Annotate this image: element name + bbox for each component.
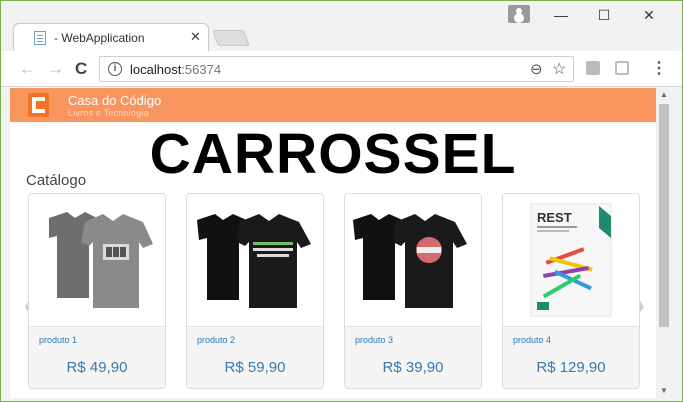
scroll-down-icon[interactable]: ▼ — [660, 386, 668, 395]
product-price: R$ 49,90 — [66, 359, 128, 376]
close-window-button[interactable]: ✕ — [629, 7, 669, 24]
profile-icon[interactable] — [508, 5, 530, 23]
extension-icon-2[interactable] — [615, 61, 629, 75]
catalog-heading: Catálogo — [26, 172, 87, 189]
new-tab-button[interactable] — [212, 30, 250, 46]
close-tab-icon[interactable]: ✕ — [190, 29, 201, 45]
reload-button[interactable]: C — [75, 59, 87, 79]
zoom-icon[interactable]: ⊖ — [530, 60, 543, 78]
product-card[interactable]: produto 1 R$ 49,90 — [28, 193, 166, 389]
product-price: R$ 59,90 — [224, 359, 286, 376]
forward-button[interactable]: → — [47, 59, 64, 79]
product-price: R$ 129,90 — [536, 359, 606, 376]
product-card[interactable]: produto 2 R$ 59,90 — [186, 193, 324, 389]
bookmark-star-icon[interactable]: ☆ — [552, 59, 566, 79]
product-card[interactable]: produto 3 R$ 39,90 — [344, 193, 482, 389]
tab-title: - WebApplication — [54, 31, 145, 45]
product-price: R$ 39,90 — [382, 359, 444, 376]
overlay-title: CARROSSEL — [149, 122, 517, 186]
back-button[interactable]: ← — [19, 59, 36, 79]
product-name[interactable]: produto 2 — [197, 335, 235, 345]
browser-tab[interactable]: - WebApplication ✕ — [13, 23, 209, 51]
product-footer: produto 3 R$ 39,90 — [345, 326, 481, 388]
product-image-grey-tshirt[interactable] — [29, 194, 165, 326]
product-name[interactable]: produto 1 — [39, 335, 77, 345]
url-port: :56374 — [181, 62, 222, 77]
scroll-up-icon[interactable]: ▲ — [660, 90, 668, 99]
product-footer: produto 1 R$ 49,90 — [29, 326, 165, 388]
info-icon[interactable]: i — [108, 62, 122, 76]
page-icon — [34, 31, 46, 45]
book-title: REST — [537, 210, 572, 225]
page-viewport: Casa do Código Livros e Tecnologia CARRO… — [10, 88, 656, 398]
menu-icon[interactable]: ⋮ — [651, 58, 667, 78]
site-header: Casa do Código Livros e Tecnologia — [10, 88, 656, 122]
product-footer: produto 4 R$ 129,90 — [503, 326, 639, 388]
minimize-button[interactable]: — — [541, 7, 581, 23]
product-name[interactable]: produto 4 — [513, 335, 551, 345]
url-text: localhost:56374 — [130, 62, 221, 77]
product-card[interactable]: REST produto 4 R$ 129,90 — [502, 193, 640, 389]
url-host: localhost — [130, 62, 182, 77]
brand-logo[interactable] — [28, 93, 49, 117]
product-footer: produto 2 R$ 59,90 — [187, 326, 323, 388]
maximize-button[interactable]: ☐ — [584, 7, 624, 24]
address-bar[interactable]: i localhost:56374 ⊖ ☆ — [99, 56, 574, 82]
product-name[interactable]: produto 3 — [355, 335, 393, 345]
brand-name[interactable]: Casa do Código — [68, 93, 161, 108]
extension-icon[interactable] — [586, 61, 600, 75]
product-image-black-tshirt-graphic[interactable] — [345, 194, 481, 326]
product-image-rest-book-cover[interactable]: REST — [503, 194, 639, 326]
product-image-black-tshirt-code[interactable] — [187, 194, 323, 326]
scrollbar-thumb[interactable] — [659, 104, 669, 327]
brand-tagline: Livros e Tecnologia — [68, 108, 149, 118]
vertical-scrollbar[interactable]: ▲ ▼ — [656, 88, 672, 398]
browser-window: - WebApplication ✕ — ☐ ✕ ← → C i localho… — [0, 0, 683, 402]
title-bar: - WebApplication ✕ — ☐ ✕ — [1, 1, 682, 51]
browser-toolbar: ← → C i localhost:56374 ⊖ ☆ ⋮ — [1, 51, 682, 87]
